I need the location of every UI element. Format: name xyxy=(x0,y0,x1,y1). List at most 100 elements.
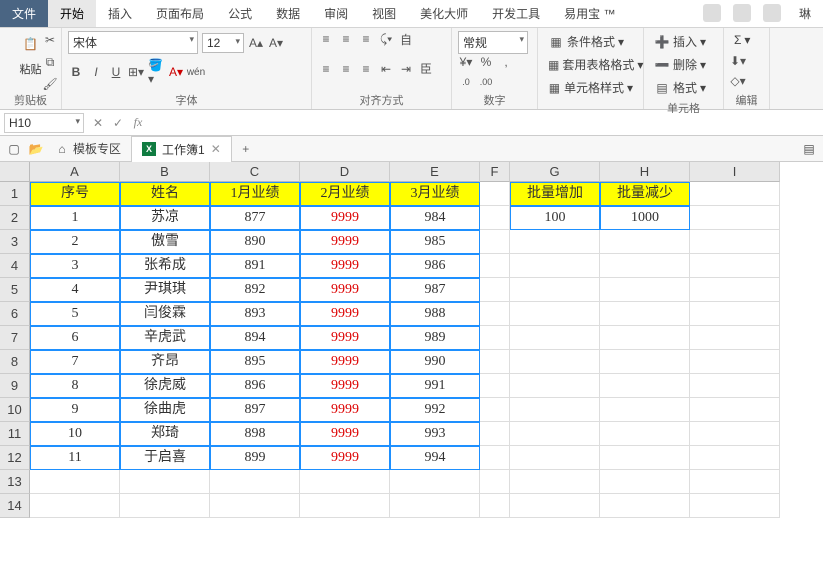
cell-C7[interactable]: 894 xyxy=(210,326,300,350)
cell-B7[interactable]: 辛虎武 xyxy=(120,326,210,350)
cell-E10[interactable]: 992 xyxy=(390,398,480,422)
row-header-5[interactable]: 5 xyxy=(0,278,30,302)
cell-G13[interactable] xyxy=(510,470,600,494)
fx-icon[interactable]: fx xyxy=(128,115,148,130)
row-header-14[interactable]: 14 xyxy=(0,494,30,518)
cell-E9[interactable]: 991 xyxy=(390,374,480,398)
menu-tab-4[interactable]: 数据 xyxy=(264,0,312,27)
cell-D9[interactable]: 9999 xyxy=(300,374,390,398)
cell-D4[interactable]: 9999 xyxy=(300,254,390,278)
cell-I13[interactable] xyxy=(690,470,780,494)
cell-G11[interactable] xyxy=(510,422,600,446)
cell-I8[interactable] xyxy=(690,350,780,374)
col-header-D[interactable]: D xyxy=(300,162,390,182)
menu-tab-2[interactable]: 页面布局 xyxy=(144,0,216,27)
wizard-icon-1[interactable] xyxy=(703,4,721,22)
cell-C2[interactable]: 877 xyxy=(210,206,300,230)
cell-G3[interactable] xyxy=(510,230,600,254)
cell-G14[interactable] xyxy=(510,494,600,518)
cell-C1[interactable]: 1月业绩 xyxy=(210,182,300,206)
cell-A14[interactable] xyxy=(30,494,120,518)
cell-F9[interactable] xyxy=(480,374,510,398)
wizard-icon-2[interactable] xyxy=(733,4,751,22)
cell-B3[interactable]: 傲雪 xyxy=(120,230,210,254)
cell-H8[interactable] xyxy=(600,350,690,374)
cell-A9[interactable]: 8 xyxy=(30,374,120,398)
cancel-icon[interactable]: ✕ xyxy=(88,116,108,130)
cell-C13[interactable] xyxy=(210,470,300,494)
cell-A5[interactable]: 4 xyxy=(30,278,120,302)
italic-button[interactable]: I xyxy=(88,64,104,80)
align-top-icon[interactable]: ≡ xyxy=(318,31,334,47)
cell-G5[interactable] xyxy=(510,278,600,302)
cell-E2[interactable]: 984 xyxy=(390,206,480,230)
menu-tab-5[interactable]: 审阅 xyxy=(312,0,360,27)
cell-H4[interactable] xyxy=(600,254,690,278)
currency-icon[interactable]: ¥▾ xyxy=(458,54,474,70)
cell-I7[interactable] xyxy=(690,326,780,350)
cell-B13[interactable] xyxy=(120,470,210,494)
cell-G12[interactable] xyxy=(510,446,600,470)
cell-E1[interactable]: 3月业绩 xyxy=(390,182,480,206)
cell-F4[interactable] xyxy=(480,254,510,278)
cell-F3[interactable] xyxy=(480,230,510,254)
clear-button[interactable]: ◇▾ xyxy=(730,73,746,89)
cell-D5[interactable]: 9999 xyxy=(300,278,390,302)
cell-I6[interactable] xyxy=(690,302,780,326)
delete-cells-button[interactable]: ➖删除▾ xyxy=(650,54,717,75)
cell-I11[interactable] xyxy=(690,422,780,446)
cell-C5[interactable]: 892 xyxy=(210,278,300,302)
cell-A7[interactable]: 6 xyxy=(30,326,120,350)
cell-E14[interactable] xyxy=(390,494,480,518)
cell-F5[interactable] xyxy=(480,278,510,302)
bold-button[interactable]: B xyxy=(68,64,84,80)
cell-D7[interactable]: 9999 xyxy=(300,326,390,350)
cell-C8[interactable]: 895 xyxy=(210,350,300,374)
col-header-B[interactable]: B xyxy=(120,162,210,182)
format-cells-button[interactable]: ▤格式▾ xyxy=(650,77,717,98)
select-all-corner[interactable] xyxy=(0,162,30,182)
cell-E5[interactable]: 987 xyxy=(390,278,480,302)
cell-G9[interactable] xyxy=(510,374,600,398)
merge-button[interactable]: 臣 xyxy=(418,61,434,77)
cell-style-button[interactable]: ▦单元格样式▾ xyxy=(544,77,637,98)
align-middle-icon[interactable]: ≡ xyxy=(338,31,354,47)
cell-H12[interactable] xyxy=(600,446,690,470)
cell-I9[interactable] xyxy=(690,374,780,398)
row-header-3[interactable]: 3 xyxy=(0,230,30,254)
col-header-A[interactable]: A xyxy=(30,162,120,182)
border-button[interactable]: ⊞▾ xyxy=(128,64,144,80)
font-size-select[interactable]: 12 xyxy=(202,33,244,53)
cell-C9[interactable]: 896 xyxy=(210,374,300,398)
cell-D14[interactable] xyxy=(300,494,390,518)
cell-F13[interactable] xyxy=(480,470,510,494)
menu-tab-6[interactable]: 视图 xyxy=(360,0,408,27)
cell-G6[interactable] xyxy=(510,302,600,326)
cell-C6[interactable]: 893 xyxy=(210,302,300,326)
cell-I2[interactable] xyxy=(690,206,780,230)
row-header-8[interactable]: 8 xyxy=(0,350,30,374)
col-header-F[interactable]: F xyxy=(480,162,510,182)
align-left-icon[interactable]: ≡ xyxy=(318,61,334,77)
insert-cells-button[interactable]: ➕插入▾ xyxy=(650,31,717,52)
row-header-2[interactable]: 2 xyxy=(0,206,30,230)
cell-C11[interactable]: 898 xyxy=(210,422,300,446)
workbook-tab[interactable]: X 工作簿1 ✕ xyxy=(131,136,232,162)
menu-file[interactable]: 文件 xyxy=(0,0,48,27)
cell-C10[interactable]: 897 xyxy=(210,398,300,422)
cell-H3[interactable] xyxy=(600,230,690,254)
cell-D12[interactable]: 9999 xyxy=(300,446,390,470)
fill-color-button[interactable]: 🪣▾ xyxy=(148,64,164,80)
row-header-13[interactable]: 13 xyxy=(0,470,30,494)
copy-icon[interactable]: ⧉ xyxy=(42,54,58,70)
align-right-icon[interactable]: ≡ xyxy=(358,61,374,77)
cell-A11[interactable]: 10 xyxy=(30,422,120,446)
cell-H9[interactable] xyxy=(600,374,690,398)
font-name-select[interactable]: 宋体 xyxy=(68,31,198,54)
align-bottom-icon[interactable]: ≡ xyxy=(358,31,374,47)
cell-A3[interactable]: 2 xyxy=(30,230,120,254)
list-icon[interactable]: ▤ xyxy=(801,141,817,157)
row-header-11[interactable]: 11 xyxy=(0,422,30,446)
name-box[interactable]: H10 xyxy=(4,113,84,133)
cell-G7[interactable] xyxy=(510,326,600,350)
